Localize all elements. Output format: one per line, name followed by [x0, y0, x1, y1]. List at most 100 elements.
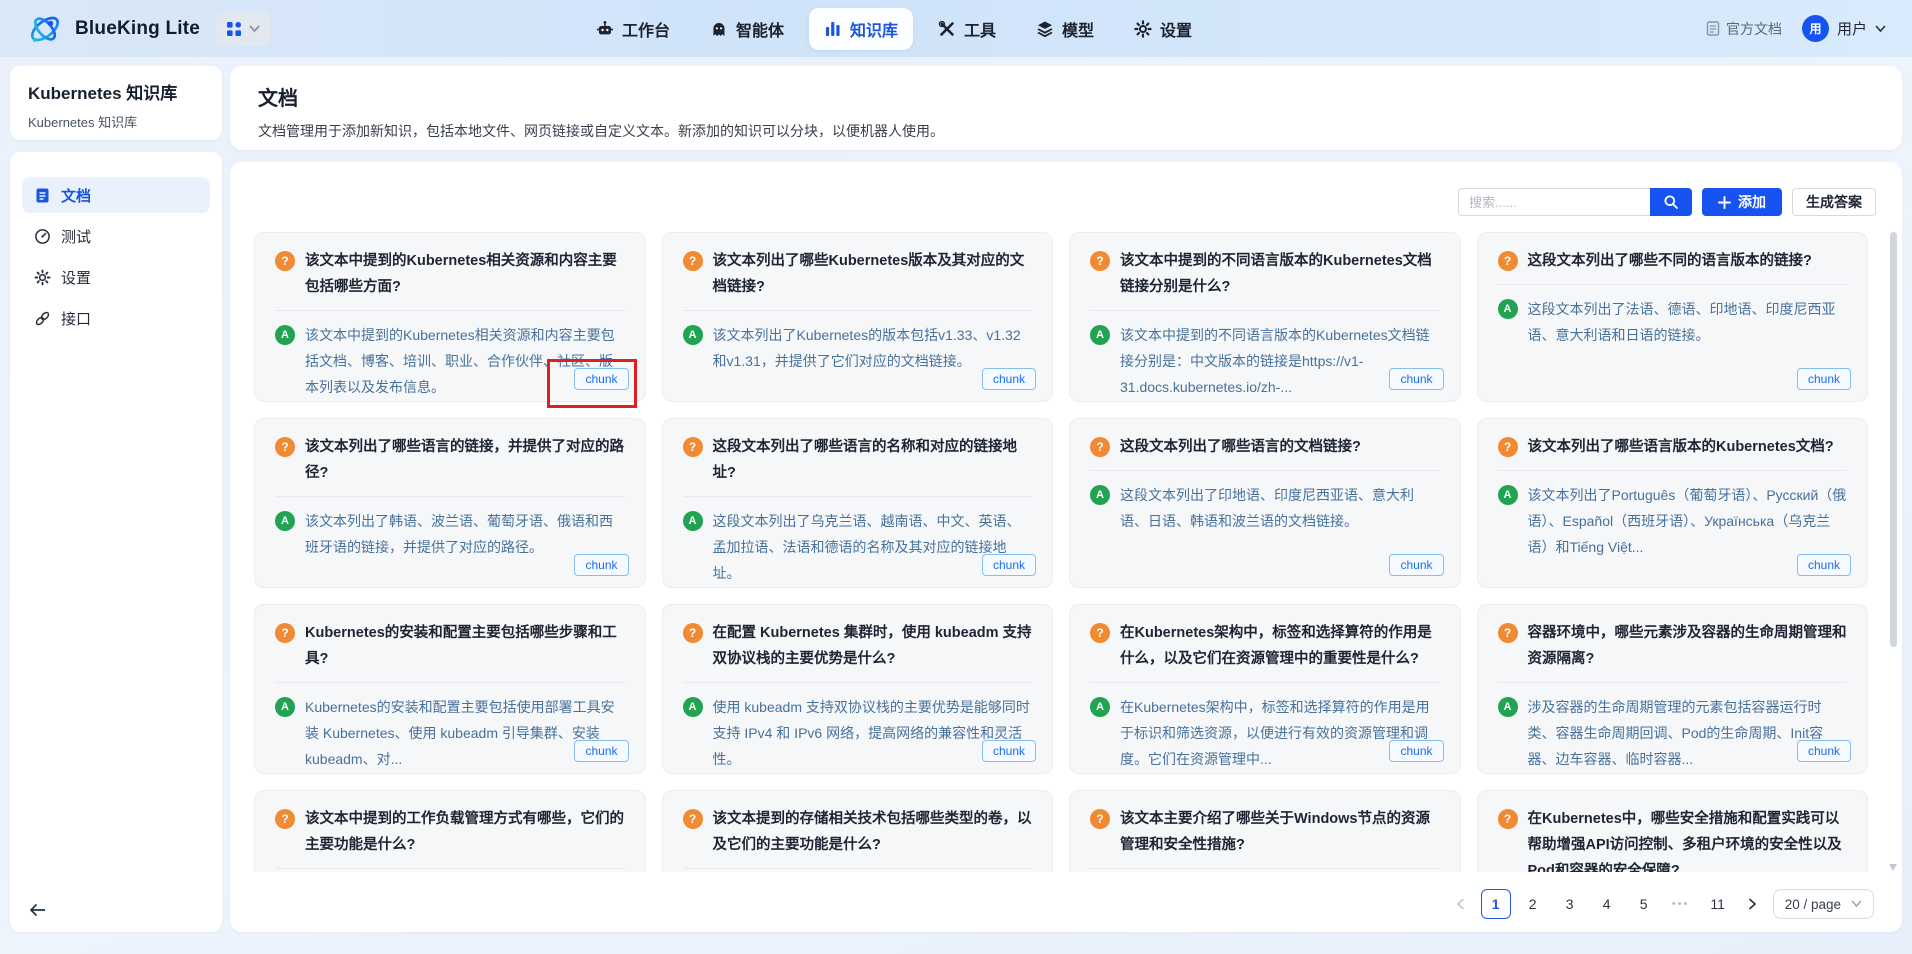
page-description: 文档管理用于添加新知识，包括本地文件、网页链接或自定义文本。新添加的知识可以分块… [258, 121, 1874, 141]
sidebar-item-settings[interactable]: 设置 [22, 259, 210, 295]
qa-card[interactable]: ? 该文本列出了哪些语言版本的Kubernetes文档? A 该文本列出了Por… [1477, 418, 1869, 588]
qa-card[interactable]: ? 这段文本列出了哪些语言的名称和对应的链接地址? A 这段文本列出了乌克兰语、… [662, 418, 1054, 588]
chunk-tag[interactable]: chunk [982, 368, 1036, 390]
nav-item-label: 工具 [964, 17, 996, 41]
question-row: ? Kubernetes的安装和配置主要包括哪些步骤和工具? [275, 620, 625, 672]
add-button[interactable]: 添加 [1702, 188, 1782, 216]
nav-item-label: 智能体 [736, 17, 784, 41]
page-button[interactable]: 2 [1518, 889, 1548, 919]
card-divider [275, 868, 625, 869]
qa-card[interactable]: ? 这段文本列出了哪些语言的文档链接? A 这段文本列出了印地语、印度尼西亚语、… [1069, 418, 1461, 588]
qa-card[interactable]: ? 该文本主要介绍了哪些关于Windows节点的资源管理和安全性措施? chun… [1069, 790, 1461, 872]
nav-item-label: 模型 [1062, 17, 1094, 41]
chunk-tag[interactable]: chunk [982, 740, 1036, 762]
chunk-tag[interactable]: chunk [1797, 554, 1851, 576]
sidebar-item-api[interactable]: 接口 [22, 300, 210, 336]
sidebar-item-test[interactable]: 测试 [22, 218, 210, 254]
kb-title-card: Kubernetes 知识库 Kubernetes 知识库 [10, 66, 222, 140]
collapse-sidebar-button[interactable] [28, 902, 48, 918]
chunk-tag[interactable]: chunk [1797, 368, 1851, 390]
question-text: 在配置 Kubernetes 集群时，使用 kubeadm 支持双协议栈的主要优… [713, 620, 1033, 672]
qa-card[interactable]: ? 这段文本列出了哪些不同的语言版本的链接? A 这段文本列出了法语、德语、印地… [1477, 232, 1869, 402]
question-icon: ? [1498, 623, 1518, 643]
question-icon: ? [275, 809, 295, 829]
document-card-viewport: ? 该文本中提到的Kubernetes相关资源和内容主要包括哪些方面? A 该文… [254, 232, 1868, 872]
chunk-tag[interactable]: chunk [982, 554, 1036, 576]
pagination-pages: 12345•••11 [1481, 889, 1733, 919]
nav-item-agent[interactable]: 智能体 [695, 8, 799, 50]
generate-answers-button[interactable]: 生成答案 [1792, 188, 1876, 216]
previous-page-button[interactable] [1448, 889, 1474, 919]
page-size-select[interactable]: 20 / page [1773, 889, 1874, 919]
answer-row: A 该文本中提到的不同语言版本的Kubernetes文档链接分别是：中文版本的链… [1090, 322, 1440, 400]
chunk-tag[interactable]: chunk [574, 740, 628, 762]
chunk-tag[interactable]: chunk [1389, 554, 1443, 576]
card-divider [1090, 682, 1440, 683]
search-button[interactable] [1650, 188, 1692, 216]
qa-card[interactable]: ? Kubernetes的安装和配置主要包括哪些步骤和工具? A Kuberne… [254, 604, 646, 774]
qa-card[interactable]: ? 该文本提到的存储相关技术包括哪些类型的卷，以及它们的主要功能是什么? chu… [662, 790, 1054, 872]
scrollbar-thumb[interactable] [1890, 232, 1897, 647]
question-icon: ? [1090, 251, 1110, 271]
page-button[interactable]: 4 [1592, 889, 1622, 919]
tools-icon [938, 20, 956, 38]
question-icon: ? [683, 437, 703, 457]
chunk-tag[interactable]: chunk [574, 368, 628, 390]
qa-card[interactable]: ? 该文本中提到的工作负载管理方式有哪些，它们的主要功能是什么? chunk [254, 790, 646, 872]
documents-panel: 添加 生成答案 ? 该文本中提到的Kubernetes相关资源和内容主要包括哪些… [230, 162, 1902, 932]
sidebar-item-documents[interactable]: 文档 [22, 177, 210, 213]
nav-item-knowledge-base[interactable]: 知识库 [809, 8, 913, 50]
chevron-down-icon [1875, 25, 1886, 33]
sidebar-item-label: 设置 [61, 267, 91, 288]
question-text: 这段文本列出了哪些语言的文档链接? [1120, 434, 1361, 460]
official-docs-label: 官方文档 [1726, 19, 1782, 39]
question-text: 该文本主要介绍了哪些关于Windows节点的资源管理和安全性措施? [1120, 806, 1440, 858]
page-button[interactable]: 1 [1481, 889, 1511, 919]
app-switcher-button[interactable] [216, 12, 271, 46]
official-docs-link[interactable]: 官方文档 [1706, 19, 1782, 39]
page-button[interactable]: 5 [1629, 889, 1659, 919]
qa-card[interactable]: ? 容器环境中，哪些元素涉及容器的生命周期管理和资源隔离? A 涉及容器的生命周… [1477, 604, 1869, 774]
user-menu[interactable]: 用 用户 [1802, 15, 1886, 42]
nav-item-tools[interactable]: 工具 [923, 8, 1011, 50]
question-text: 这段文本列出了哪些语言的名称和对应的链接地址? [713, 434, 1033, 486]
search-input[interactable] [1458, 188, 1650, 216]
answer-icon: A [683, 697, 703, 717]
answer-text: 该文本列出了Kubernetes的版本包括v1.33、v1.32和v1.31，并… [713, 322, 1033, 374]
nav-item-settings[interactable]: 设置 [1119, 8, 1207, 50]
answer-row: A 在Kubernetes架构中，标签和选择算符的作用是用于标识和筛选资源，以便… [1090, 694, 1440, 772]
card-divider [275, 682, 625, 683]
robot-icon [596, 20, 614, 38]
nav-item-models[interactable]: 模型 [1021, 8, 1109, 50]
documents-toolbar: 添加 生成答案 [1458, 188, 1876, 216]
answer-text: 该文本列出了韩语、波兰语、葡萄牙语、俄语和西班牙语的链接，并提供了对应的路径。 [305, 508, 625, 560]
chunk-tag[interactable]: chunk [1389, 368, 1443, 390]
qa-card[interactable]: ? 该文本列出了哪些语言的链接，并提供了对应的路径? A 该文本列出了韩语、波兰… [254, 418, 646, 588]
agent-icon [710, 20, 728, 38]
answer-row: A 该文本列出了韩语、波兰语、葡萄牙语、俄语和西班牙语的链接，并提供了对应的路径… [275, 508, 625, 560]
qa-card[interactable]: ? 在Kubernetes中，哪些安全措施和配置实践可以帮助增强API访问控制、… [1477, 790, 1869, 872]
chunk-tag[interactable]: chunk [574, 554, 628, 576]
question-icon: ? [683, 623, 703, 643]
qa-card[interactable]: ? 该文本中提到的Kubernetes相关资源和内容主要包括哪些方面? A 该文… [254, 232, 646, 402]
question-text: 在Kubernetes中，哪些安全措施和配置实践可以帮助增强API访问控制、多租… [1528, 806, 1848, 872]
qa-card[interactable]: ? 在配置 Kubernetes 集群时，使用 kubeadm 支持双协议栈的主… [662, 604, 1054, 774]
page-button[interactable]: 3 [1555, 889, 1585, 919]
nav-item-workbench[interactable]: 工作台 [581, 8, 685, 50]
question-row: ? 该文本列出了哪些Kubernetes版本及其对应的文档链接? [683, 248, 1033, 300]
page-button[interactable]: 11 [1703, 889, 1733, 919]
scrollbar-down-arrow-icon[interactable] [1889, 864, 1897, 871]
card-divider [275, 310, 625, 311]
question-row: ? 在Kubernetes中，哪些安全措施和配置实践可以帮助增强API访问控制、… [1498, 806, 1848, 872]
answer-icon: A [683, 325, 703, 345]
chunk-tag[interactable]: chunk [1797, 740, 1851, 762]
next-page-button[interactable] [1740, 889, 1766, 919]
kb-sidebar: 文档 测试 设置 接口 [10, 152, 222, 932]
document-icon [34, 187, 51, 204]
question-text: 该文本列出了哪些语言版本的Kubernetes文档? [1528, 434, 1834, 460]
qa-card[interactable]: ? 在Kubernetes架构中，标签和选择算符的作用是什么，以及它们在资源管理… [1069, 604, 1461, 774]
chunk-tag[interactable]: chunk [1389, 740, 1443, 762]
qa-card[interactable]: ? 该文本列出了哪些Kubernetes版本及其对应的文档链接? A 该文本列出… [662, 232, 1054, 402]
card-divider [683, 682, 1033, 683]
qa-card[interactable]: ? 该文本中提到的不同语言版本的Kubernetes文档链接分别是什么? A 该… [1069, 232, 1461, 402]
